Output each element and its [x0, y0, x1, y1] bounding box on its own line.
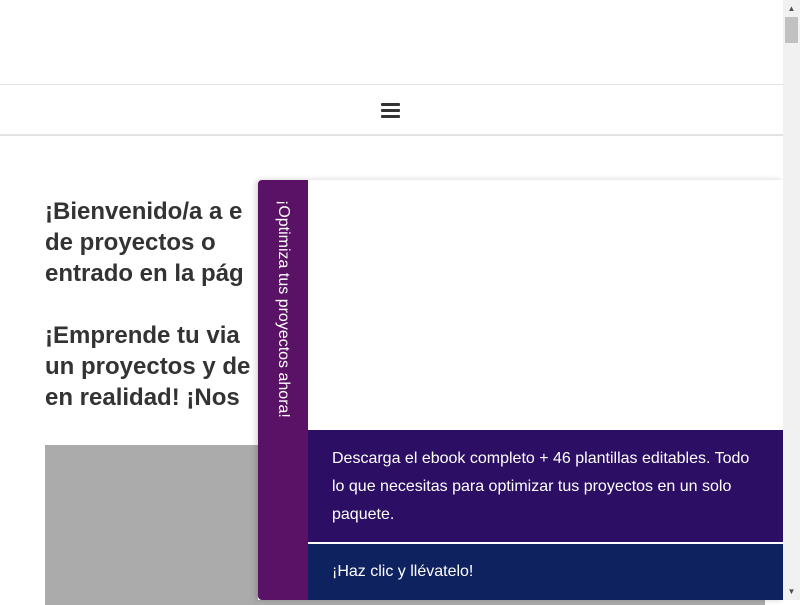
scroll-down-arrow-icon[interactable]: ▼ [783, 583, 800, 600]
scroll-thumb[interactable] [785, 17, 798, 43]
popup-image-area [308, 180, 783, 430]
hamburger-menu-icon[interactable] [381, 102, 401, 120]
vertical-scrollbar[interactable]: ▲ ▼ [783, 0, 800, 600]
ebook-popup: ¡Optimiza tus proyectos ahora! Descarga … [258, 180, 783, 600]
popup-cta-label: ¡Haz clic y llévatelo! [332, 563, 474, 580]
popup-cta-button[interactable]: ¡Haz clic y llévatelo! [308, 544, 783, 600]
scroll-up-arrow-icon[interactable]: ▲ [783, 0, 800, 17]
popup-side-tab-label: ¡Optimiza tus proyectos ahora! [275, 200, 292, 418]
popup-description: Descarga el ebook completo + 46 plantill… [332, 450, 750, 523]
site-header [0, 0, 783, 85]
popup-description-box: Descarga el ebook completo + 46 plantill… [308, 430, 783, 542]
popup-side-tab[interactable]: ¡Optimiza tus proyectos ahora! [258, 180, 308, 600]
